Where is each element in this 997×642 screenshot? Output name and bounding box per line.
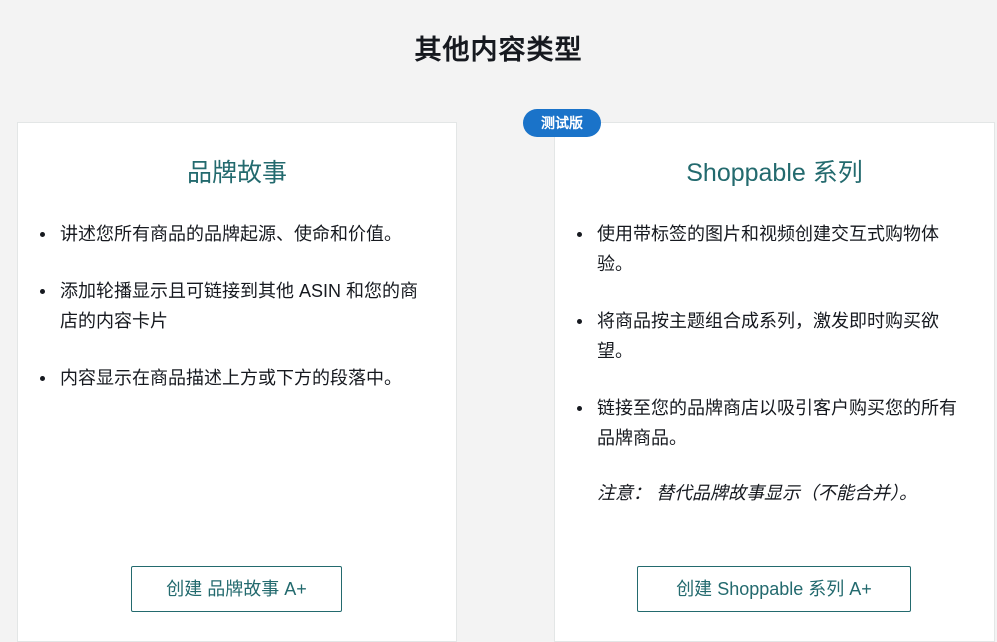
bullet-dot-icon (40, 232, 45, 237)
brand-story-card: 品牌故事 讲述您所有商品的品牌起源、使命和价值。 添加轮播显示且可链接到其他 A… (17, 122, 457, 642)
shoppable-collection-title: Shoppable 系列 (686, 159, 863, 187)
brand-story-bullets: 讲述您所有商品的品牌起源、使命和价值。 添加轮播显示且可链接到其他 ASIN 和… (40, 219, 420, 420)
shoppable-note: 注意： 替代品牌故事显示（不能合并）。 (597, 483, 917, 503)
list-item: 内容显示在商品描述上方或下方的段落中。 (40, 363, 420, 393)
bullet-dot-icon (40, 289, 45, 294)
shoppable-collection-bullets: 使用带标签的图片和视频创建交互式购物体验。 将商品按主题组合成系列，激发即时购买… (577, 219, 957, 480)
list-item: 链接至您的品牌商店以吸引客户购买您的所有品牌商品。 (577, 393, 957, 453)
list-item: 将商品按主题组合成系列，激发即时购买欲望。 (577, 306, 957, 366)
bullet-dot-icon (40, 376, 45, 381)
bullet-dot-icon (577, 406, 582, 411)
create-brand-story-button[interactable]: 创建 品牌故事 A+ (131, 566, 342, 612)
list-item: 使用带标签的图片和视频创建交互式购物体验。 (577, 219, 957, 279)
bullet-dot-icon (577, 232, 582, 237)
list-item: 添加轮播显示且可链接到其他 ASIN 和您的商店的内容卡片 (40, 276, 420, 336)
bullet-dot-icon (577, 319, 582, 324)
list-item: 讲述您所有商品的品牌起源、使命和价值。 (40, 219, 420, 249)
brand-story-title: 品牌故事 (186, 159, 287, 187)
shoppable-collection-card: Shoppable 系列 使用带标签的图片和视频创建交互式购物体验。 将商品按主… (554, 122, 995, 642)
create-shoppable-collection-button[interactable]: 创建 Shoppable 系列 A+ (637, 566, 911, 612)
page-title: 其他内容类型 (414, 35, 583, 65)
beta-badge: 测试版 (523, 109, 601, 137)
